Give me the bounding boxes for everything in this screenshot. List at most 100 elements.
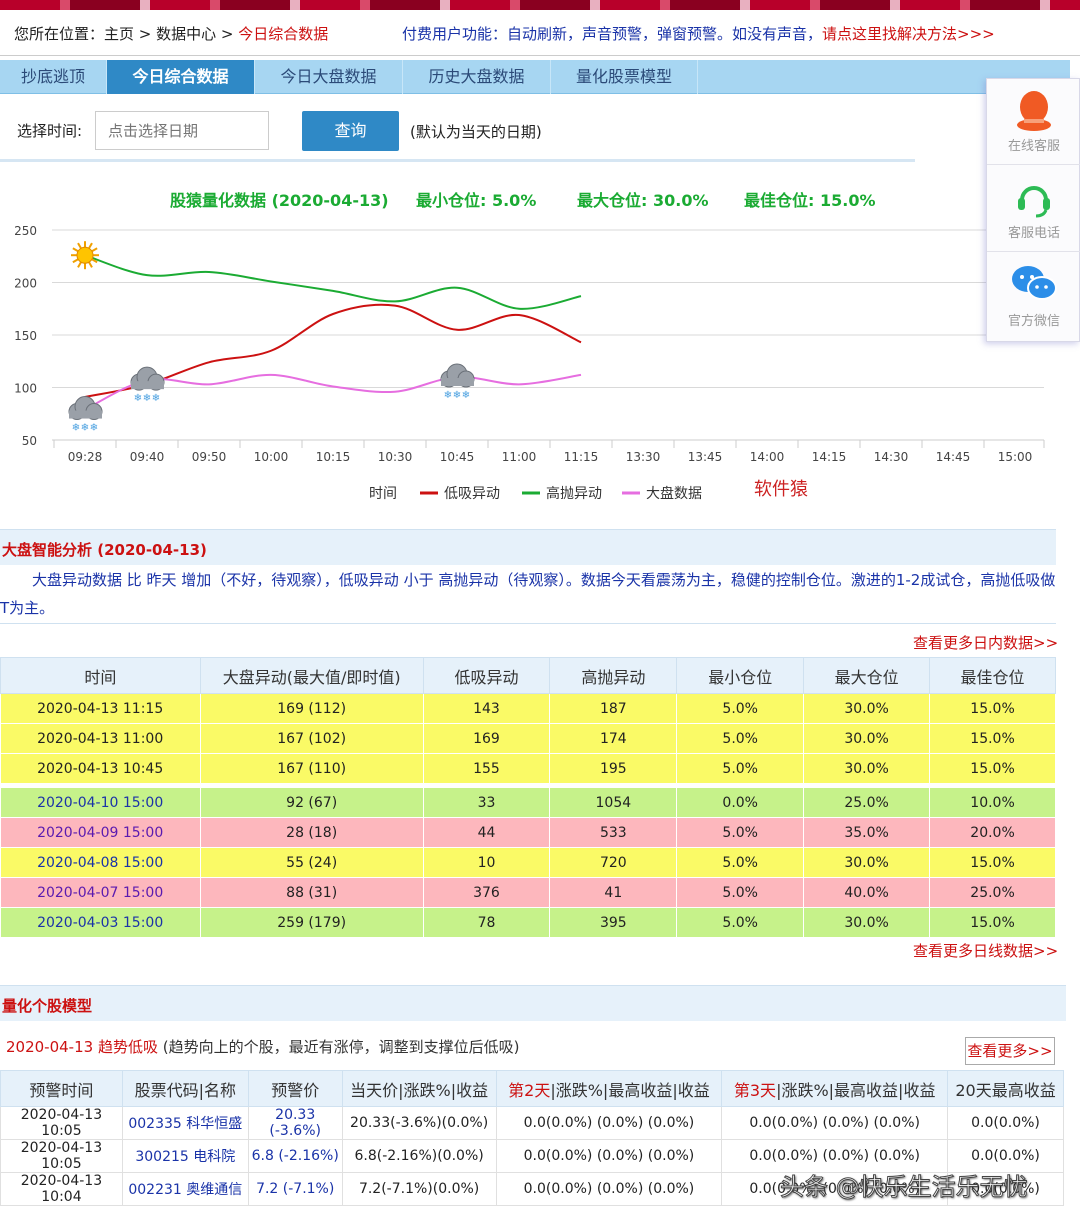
table-cell[interactable]: 2020-04-13 10:45 [0, 753, 201, 784]
online-service-label: 在线客服 [1007, 139, 1060, 154]
table-cell: 20.0% [929, 817, 1056, 848]
model-desc: (趋势向上的个股，最近有涨停，调整到支撑位后低吸) [157, 1038, 520, 1056]
table-cell[interactable]: 002335 科华恒盛 [121, 1106, 249, 1140]
table-cell: 40.0% [803, 877, 931, 908]
table-cell: 0.0(0.0%) [947, 1106, 1064, 1140]
table-cell[interactable]: 002231 奥维通信 [121, 1172, 249, 1206]
market-data-table: 时间 大盘异动(最大值/即时值) 低吸异动 高抛异动 最小仓位 最大仓位 最佳仓… [0, 657, 1056, 938]
table-cell[interactable]: 2020-04-13 11:15 [0, 693, 201, 724]
table-cell: 0.0% [676, 787, 805, 818]
table-cell: 0.0(0.0%) (0.0%) (0.0%) [495, 1106, 723, 1140]
table-cell: 0.0(0.0%) (0.0%) (0.0%) [495, 1172, 723, 1206]
table-cell: 25.0% [929, 877, 1056, 908]
table-row: 2020-04-09 15:00 28 (18) 44 533 5.0% 35.0% 20.… [0, 817, 1056, 848]
model-col-label: |涨跌%|最高收益|收益 [776, 1080, 936, 1100]
tab-quant-model[interactable]: 量化股票模型 [551, 60, 698, 94]
date-hint: (默认为当天的日期) [410, 123, 542, 141]
model-col-header: 第3天|涨跌%|最高收益|收益 [721, 1070, 949, 1107]
min-position: 最小仓位: 5.0% [416, 191, 537, 210]
table-cell: 35.0% [803, 817, 931, 848]
table-cell[interactable]: 2020-04-09 15:00 [0, 817, 201, 848]
analysis-section-title: 大盘智能分析 (2020-04-13) [0, 529, 1056, 565]
table-cell: 1054 [549, 787, 678, 818]
x-tick-label: 14:15 [812, 450, 847, 464]
tab-today-market[interactable]: 今日大盘数据 [255, 60, 403, 94]
table-cell: 7.2(-7.1%)(0.0%) [341, 1172, 497, 1206]
top-banner [0, 0, 1080, 10]
model-col-header: 股票代码|名称 [121, 1070, 249, 1107]
table-cell[interactable]: 2020-04-13 11:00 [0, 723, 201, 754]
table-cell: 2020-04-13 10:05 [0, 1139, 123, 1173]
model-col-day: 第2天 [508, 1080, 551, 1100]
col-min-pos: 最小仓位 [676, 657, 805, 694]
date-input[interactable] [95, 111, 269, 150]
table-cell: 5.0% [676, 693, 805, 724]
svg-text:❄: ❄ [72, 423, 80, 434]
date-label: 选择时间: [17, 122, 83, 140]
table-cell: 30.0% [803, 693, 931, 724]
model-col-label: 当天价|涨跌%|收益 [350, 1080, 489, 1100]
table-cell: 5.0% [676, 907, 805, 938]
col-market-anomaly: 大盘异动(最大值/即时值) [199, 657, 424, 694]
svg-text:❄: ❄ [453, 390, 461, 401]
tab-history-market[interactable]: 历史大盘数据 [403, 60, 551, 94]
x-tick-label: 11:00 [502, 450, 537, 464]
table-cell[interactable]: 20.33 (-3.6%) [247, 1106, 343, 1140]
table-row: 2020-04-13 10:45 167 (110) 155 195 5.0% 30.0%… [0, 753, 1056, 784]
model-col-label: 20天最高收益 [955, 1080, 1056, 1100]
table-cell: 30.0% [803, 723, 931, 754]
table-cell: 30.0% [803, 907, 931, 938]
table-cell[interactable]: 300215 电科院 [121, 1139, 249, 1173]
max-position: 最大仓位: 30.0% [577, 191, 709, 210]
table-cell: 88 (31) [200, 877, 424, 908]
table-cell[interactable]: 2020-04-08 15:00 [0, 847, 201, 878]
service-phone-button[interactable]: 客服电话 [987, 166, 1080, 252]
tab-bottom-top[interactable]: 抄底逃顶 [0, 60, 107, 94]
table-cell: 533 [549, 817, 678, 848]
x-tick-label: 10:00 [254, 450, 289, 464]
notice-text: 付费用户功能：自动刷新，声音预警，弹窗预警。如没有声音， [402, 25, 823, 43]
svg-text:❄: ❄ [81, 423, 89, 434]
query-button[interactable]: 查询 [302, 111, 399, 151]
table-cell: 6.8(-2.16%)(0.0%) [341, 1139, 497, 1173]
x-tick-label: 09:40 [130, 450, 165, 464]
service-phone-label: 客服电话 [1007, 226, 1060, 241]
table-cell[interactable]: 7.2 (-7.1%) [247, 1172, 343, 1206]
model-col-label: 预警价 [271, 1080, 320, 1100]
col-time: 时间 [0, 657, 201, 694]
svg-text:❄: ❄ [143, 393, 151, 404]
x-tick-label: 14:00 [750, 450, 785, 464]
table-row: 2020-04-03 15:00 259 (179) 78 395 5.0% 30.0% 1… [0, 907, 1056, 938]
more-daily-link[interactable]: 查看更多日线数据>> [913, 940, 1058, 961]
breadcrumb-prefix[interactable]: 您所在位置：主页 > 数据中心 > [14, 25, 238, 43]
more-models-button[interactable]: 查看更多>> [965, 1037, 1055, 1065]
table-cell: 44 [423, 817, 551, 848]
x-tick-label: 15:00 [998, 450, 1033, 464]
analysis-title: 大盘智能分析 (2020-04-13) [2, 541, 207, 559]
table-cell: 41 [549, 877, 678, 908]
wechat-button[interactable]: 官方微信 [987, 253, 1080, 339]
table-cell: 5.0% [676, 847, 805, 878]
table-cell: 15.0% [929, 753, 1056, 784]
brand-label: 软件猿 [754, 479, 808, 500]
model-col-label: |涨跌%|最高收益|收益 [550, 1080, 710, 1100]
table-row: 2020-04-07 15:00 88 (31) 376 41 5.0% 40.0% 25.… [0, 877, 1056, 908]
y-tick-label: 250 [14, 224, 37, 238]
tab-today-data[interactable]: 今日综合数据 [107, 60, 255, 94]
table-cell[interactable]: 2020-04-07 15:00 [0, 877, 201, 908]
table-cell[interactable]: 6.8 (-2.16%) [247, 1139, 343, 1173]
legend-label: 低吸异动 [444, 486, 500, 502]
table-cell: 167 (102) [200, 723, 424, 754]
sun-icon [71, 241, 99, 270]
table-cell[interactable]: 2020-04-03 15:00 [0, 907, 201, 938]
online-service-button[interactable]: 在线客服 [987, 79, 1080, 165]
table-cell: 33 [423, 787, 551, 818]
table-cell: 78 [423, 907, 551, 938]
table-cell: 15.0% [929, 847, 1056, 878]
table-row: 2020-04-08 15:00 55 (24) 10 720 5.0% 30.0% 15.… [0, 847, 1056, 878]
more-intraday-link[interactable]: 查看更多日内数据>> [913, 632, 1058, 653]
sound-fix-link[interactable]: 请点这里找解决方法>>> [822, 25, 995, 43]
table-cell[interactable]: 2020-04-10 15:00 [0, 787, 201, 818]
quant-line-chart: 250 200 150 100 50 09:28 09:40 09:50 10:00 10:15 1… [14, 224, 1045, 502]
best-position: 最佳仓位: 15.0% [744, 191, 876, 210]
